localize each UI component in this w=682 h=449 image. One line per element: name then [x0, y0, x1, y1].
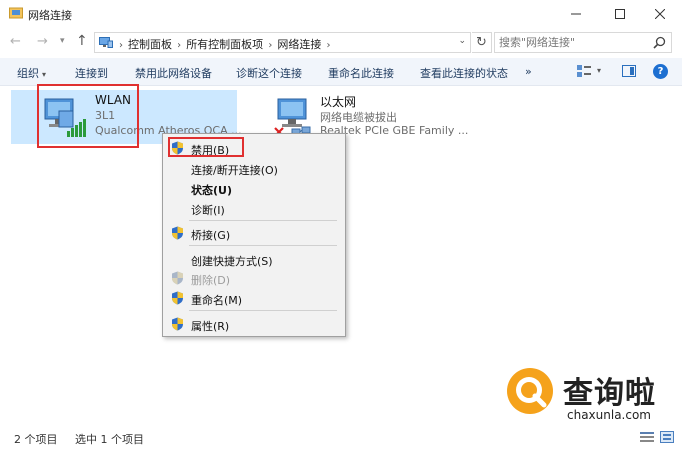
- chevron-down-icon: ▾: [42, 70, 47, 79]
- breadcrumb-all-items[interactable]: 所有控制面板项: [186, 38, 263, 51]
- menu-separator: [189, 220, 337, 221]
- watermark-search-icon: [507, 368, 553, 414]
- menu-item-label: 重命名(M): [191, 294, 243, 307]
- organize-menu[interactable]: 组织 ▾: [17, 65, 46, 81]
- up-arrow-icon[interactable]: ↑: [76, 33, 88, 49]
- selected-count: 选中 1 个项目: [75, 433, 144, 446]
- window-title: 网络连接: [28, 9, 72, 22]
- menu-item-label: 创建快捷方式(S): [191, 255, 273, 268]
- diagnose-button[interactable]: 诊断这个连接: [236, 65, 302, 81]
- title-bar: 网络连接: [0, 0, 682, 28]
- command-bar: 组织 ▾ 连接到 禁用此网络设备 诊断这个连接 重命名此连接 查看此连接的状态 »…: [0, 58, 682, 86]
- menu-item-label: 属性(R): [191, 320, 230, 333]
- close-icon: [655, 9, 665, 19]
- change-view-icon[interactable]: [576, 64, 592, 78]
- item-name: 以太网: [320, 95, 357, 109]
- watermark-logo: 查询啦 chaxunla.com: [505, 364, 675, 422]
- search-box[interactable]: [494, 32, 672, 53]
- address-row: ← → ▾ ↑ › 控制面板 › 所有控制面板项 › 网络连接 › ⌄ ↻: [0, 28, 682, 56]
- item-status: 网络电缆被拔出: [320, 111, 397, 124]
- menu-item-status[interactable]: 状态(U): [165, 178, 343, 198]
- menu-item-label: 删除(D): [191, 274, 231, 287]
- menu-item-delete: 删除(D): [165, 268, 343, 288]
- network-folder-icon: [9, 7, 23, 19]
- menu-item-diagnose[interactable]: 诊断(I): [165, 198, 343, 218]
- chevron-right-icon: ›: [119, 40, 123, 51]
- chevron-right-icon: ›: [323, 40, 331, 51]
- menu-item-label: 诊断(I): [191, 204, 225, 217]
- chevron-down-icon[interactable]: ▾: [597, 66, 601, 75]
- recent-locations-chevron-icon[interactable]: ▾: [60, 36, 65, 46]
- menu-item-connect-disconnect[interactable]: 连接/断开连接(O): [165, 158, 343, 178]
- forward-arrow-icon[interactable]: →: [37, 34, 48, 49]
- maximize-button[interactable]: [598, 0, 642, 28]
- help-icon[interactable]: ?: [653, 64, 668, 79]
- breadcrumb-control-panel[interactable]: 控制面板: [128, 38, 172, 51]
- menu-item-label: 状态(U): [191, 184, 232, 197]
- highlight-box: [37, 84, 139, 148]
- uac-shield-icon: [172, 291, 183, 305]
- view-status-button[interactable]: 查看此连接的状态: [420, 65, 508, 81]
- back-arrow-icon[interactable]: ←: [10, 34, 21, 49]
- chevron-down-icon[interactable]: ⌄: [458, 36, 466, 46]
- status-bar: 2 个项目 选中 1 个项目: [0, 425, 682, 449]
- rename-button[interactable]: 重命名此连接: [328, 65, 394, 81]
- address-bar[interactable]: › 控制面板 › 所有控制面板项 › 网络连接 › ⌄: [94, 32, 471, 53]
- uac-shield-icon: [172, 226, 183, 240]
- network-location-icon: [99, 37, 113, 48]
- close-button[interactable]: [638, 0, 682, 28]
- breadcrumb-network-connections[interactable]: 网络连接: [277, 38, 321, 51]
- watermark-domain: chaxunla.com: [567, 408, 651, 422]
- watermark-text: 查询啦: [563, 376, 656, 411]
- menu-item-properties[interactable]: 属性(R): [165, 314, 343, 334]
- breadcrumb: › 控制面板 › 所有控制面板项 › 网络连接 ›: [117, 36, 336, 52]
- menu-item-label: 连接/断开连接(O): [191, 164, 278, 177]
- menu-separator: [189, 245, 337, 246]
- search-icon: [653, 36, 666, 49]
- menu-item-create-shortcut[interactable]: 创建快捷方式(S): [165, 249, 343, 269]
- search-input[interactable]: [499, 35, 649, 50]
- more-commands-button[interactable]: »: [525, 65, 532, 78]
- disable-device-button[interactable]: 禁用此网络设备: [135, 65, 212, 81]
- item-count: 2 个项目: [14, 433, 58, 446]
- uac-shield-icon: [172, 271, 183, 285]
- chevron-right-icon: ›: [174, 40, 182, 51]
- minimize-button[interactable]: [554, 0, 598, 28]
- refresh-icon: ↻: [476, 35, 487, 50]
- highlight-box: [168, 137, 244, 157]
- context-menu: 禁用(B) 连接/断开连接(O) 状态(U) 诊断(I) 桥接(G) 创建快捷方…: [162, 133, 346, 337]
- details-view-icon[interactable]: [640, 431, 654, 443]
- uac-shield-icon: [172, 317, 183, 331]
- tiles-view-icon[interactable]: [660, 431, 674, 443]
- menu-item-rename[interactable]: 重命名(M): [165, 288, 343, 308]
- connect-to-button[interactable]: 连接到: [75, 65, 108, 81]
- organize-label: 组织: [17, 67, 39, 80]
- refresh-button[interactable]: ↻: [472, 32, 492, 53]
- minimize-icon: [571, 13, 581, 15]
- menu-item-bridge[interactable]: 桥接(G): [165, 223, 343, 243]
- menu-item-label: 桥接(G): [191, 229, 231, 242]
- preview-pane-icon[interactable]: [622, 65, 636, 77]
- menu-separator: [189, 310, 337, 311]
- maximize-icon: [615, 9, 625, 19]
- chevron-right-icon: ›: [265, 40, 273, 51]
